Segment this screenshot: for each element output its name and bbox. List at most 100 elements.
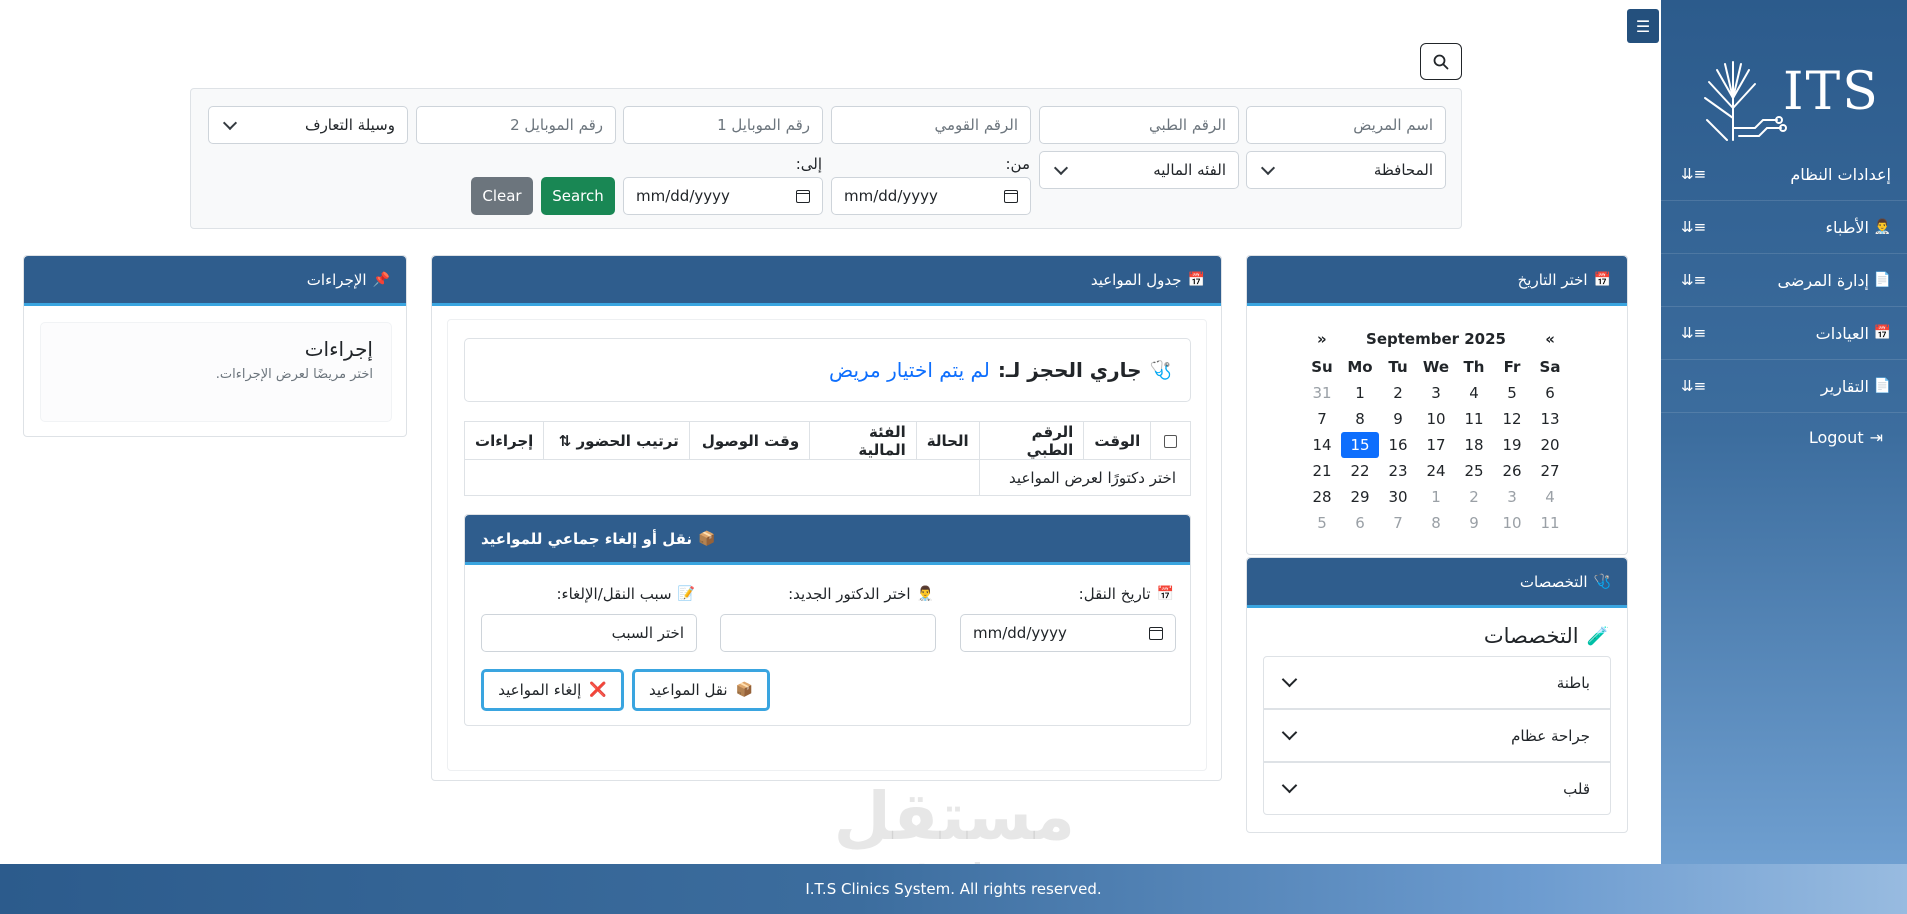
calendar-day[interactable]: 1 bbox=[1341, 380, 1379, 406]
reason-label: سبب النقل/الإلغاء: bbox=[556, 585, 672, 603]
calendar-day[interactable]: 31 bbox=[1303, 380, 1341, 406]
cancel-appointments-button[interactable]: ❌ إلغاء المواعيد bbox=[481, 669, 624, 711]
mobile1-input[interactable]: رقم الموبايل 1 bbox=[623, 106, 823, 144]
new-doctor-select[interactable] bbox=[720, 614, 936, 652]
calendar-day[interactable]: 2 bbox=[1455, 484, 1493, 510]
specialty-label: باطنة bbox=[1556, 673, 1590, 692]
calendar-day[interactable]: 11 bbox=[1455, 406, 1493, 432]
bulk-actions-title: نقل أو إلغاء جماعي للمواعيد bbox=[481, 529, 693, 548]
calendar-day[interactable]: 16 bbox=[1379, 432, 1417, 458]
column-header: الفئة المالية bbox=[809, 421, 917, 460]
weekday-label: Sa bbox=[1539, 358, 1561, 376]
calendar-day[interactable]: 2 bbox=[1379, 380, 1417, 406]
logout-link[interactable]: Logout ⇥ bbox=[1809, 428, 1883, 447]
weekday-label: Th bbox=[1463, 358, 1485, 376]
calendar-day[interactable]: 5 bbox=[1303, 510, 1341, 536]
referral-select[interactable]: وسيلة التعارف bbox=[208, 106, 408, 144]
calendar-day[interactable]: 3 bbox=[1417, 380, 1455, 406]
select-all-checkbox[interactable] bbox=[1164, 434, 1178, 448]
booking-patient-name: لم يتم اختيار مريض bbox=[828, 358, 990, 382]
specialty-label: جراحة عظام bbox=[1511, 726, 1590, 745]
prev-month-button[interactable]: « bbox=[1545, 330, 1555, 348]
sidebar-item-doctors[interactable]: ⇊≡ 👨‍⚕️ الأطباء bbox=[1661, 201, 1907, 254]
calendar-day[interactable]: 30 bbox=[1379, 484, 1417, 510]
calendar-day[interactable]: 7 bbox=[1303, 406, 1341, 432]
transfer-date-input[interactable]: mm/dd/yyyy bbox=[960, 614, 1176, 652]
from-date-input[interactable]: mm/dd/yyyy bbox=[831, 177, 1031, 215]
empty-table-cell bbox=[464, 459, 980, 496]
calendar-day[interactable]: 7 bbox=[1379, 510, 1417, 536]
specialty-item-cardiology[interactable]: قلب bbox=[1263, 762, 1611, 815]
weekday-label: We bbox=[1422, 358, 1450, 376]
calendar-day[interactable]: 19 bbox=[1493, 432, 1531, 458]
calendar-day[interactable]: 22 bbox=[1341, 458, 1379, 484]
calendar-day[interactable]: 4 bbox=[1455, 380, 1493, 406]
calendar-day[interactable]: 14 bbox=[1303, 432, 1341, 458]
medical-number-input[interactable]: الرقم الطبي bbox=[1039, 106, 1239, 144]
sidebar-item-label: العيادات bbox=[1815, 323, 1869, 343]
calendar-day[interactable]: 1 bbox=[1417, 484, 1455, 510]
calendar-day[interactable]: 25 bbox=[1455, 458, 1493, 484]
calendar-day[interactable]: 10 bbox=[1493, 510, 1531, 536]
empty-table-message: اختر دكتورًا لعرض المواعيد bbox=[978, 459, 1192, 496]
sort-attendance-header[interactable]: ترتيب الحضور ⇅ bbox=[543, 421, 690, 460]
next-month-button[interactable]: » bbox=[1317, 330, 1327, 348]
search-toggle-button[interactable] bbox=[1420, 43, 1462, 80]
sort-icon: ⇊≡ bbox=[1681, 218, 1707, 236]
to-date-placeholder: mm/dd/yyyy bbox=[636, 187, 730, 205]
national-id-input[interactable]: الرقم القومي bbox=[831, 106, 1031, 144]
to-date-input[interactable]: mm/dd/yyyy bbox=[623, 177, 823, 215]
financial-category-select[interactable]: الفئه الماليه bbox=[1039, 151, 1239, 189]
calendar-icon: 📅 bbox=[1156, 586, 1174, 602]
actions-header: الإجراءات 📌 bbox=[24, 256, 406, 306]
box-icon: 📦 bbox=[735, 682, 754, 698]
calendar-day[interactable]: 8 bbox=[1341, 406, 1379, 432]
schedule-header: جدول المواعيد 📅 bbox=[432, 256, 1221, 306]
calendar-day[interactable]: 13 bbox=[1531, 406, 1569, 432]
column-header: الوقت bbox=[1083, 421, 1152, 460]
calendar-day[interactable]: 4 bbox=[1531, 484, 1569, 510]
clear-button[interactable]: Clear bbox=[471, 177, 533, 215]
calendar-day[interactable]: 8 bbox=[1417, 510, 1455, 536]
calendar-day[interactable]: 6 bbox=[1531, 380, 1569, 406]
calendar-day[interactable]: 11 bbox=[1531, 510, 1569, 536]
calendar-day[interactable]: 26 bbox=[1493, 458, 1531, 484]
calendar-day[interactable]: 27 bbox=[1531, 458, 1569, 484]
calendar-day[interactable]: 9 bbox=[1379, 406, 1417, 432]
calendar-day[interactable]: 29 bbox=[1341, 484, 1379, 510]
sort-icon: ⇊≡ bbox=[1681, 271, 1707, 289]
specialty-item-orthopedics[interactable]: جراحة عظام bbox=[1263, 709, 1611, 762]
calendar-day[interactable]: 12 bbox=[1493, 406, 1531, 432]
calendar-day[interactable]: 28 bbox=[1303, 484, 1341, 510]
medical-number-placeholder: الرقم الطبي bbox=[1148, 116, 1226, 134]
sidebar-item-clinics[interactable]: ⇊≡ 📅 العيادات bbox=[1661, 307, 1907, 360]
patient-name-input[interactable]: اسم المريض bbox=[1246, 106, 1446, 144]
governorate-select[interactable]: المحافظة bbox=[1246, 151, 1446, 189]
calendar-day[interactable]: 5 bbox=[1493, 380, 1531, 406]
calendar-day[interactable]: 21 bbox=[1303, 458, 1341, 484]
specialty-item-internal[interactable]: باطنة bbox=[1263, 656, 1611, 709]
calendar-day[interactable]: 9 bbox=[1455, 510, 1493, 536]
search-button[interactable]: Search bbox=[541, 177, 615, 215]
sidebar-item-patients[interactable]: ⇊≡ 📄 إدارة المرضى bbox=[1661, 254, 1907, 307]
sidebar-item-system-settings[interactable]: ⇊≡ إعدادات النظام bbox=[1661, 148, 1907, 201]
new-doctor-label-row: 👨‍⚕️ اختر الدكتور الجديد: bbox=[788, 585, 934, 603]
calendar-day[interactable]: 17 bbox=[1417, 432, 1455, 458]
calendar-grid: Su Mo Tu We Th Fr Sa 31 1 2 3 4 5 6 7 8 bbox=[1303, 354, 1569, 536]
reason-select[interactable]: اختر السبب bbox=[481, 614, 697, 652]
sidebar-item-reports[interactable]: ⇊≡ 📄 التقارير bbox=[1661, 360, 1907, 413]
calendar-day[interactable]: 20 bbox=[1531, 432, 1569, 458]
bulk-actions-header: 📦 نقل أو إلغاء جماعي للمواعيد bbox=[465, 515, 1190, 565]
sidebar-toggle-button[interactable]: ☰ bbox=[1627, 9, 1659, 43]
calendar-day[interactable]: 24 bbox=[1417, 458, 1455, 484]
calendar-day[interactable]: 6 bbox=[1341, 510, 1379, 536]
mobile2-input[interactable]: رقم الموبايل 2 bbox=[416, 106, 616, 144]
transfer-appointments-button[interactable]: 📦 نقل المواعيد bbox=[632, 669, 770, 711]
its-logo: ITS bbox=[1697, 58, 1879, 142]
calendar-day[interactable]: 18 bbox=[1455, 432, 1493, 458]
calendar-day[interactable]: 23 bbox=[1379, 458, 1417, 484]
calendar-day-selected[interactable]: 15 bbox=[1341, 432, 1379, 458]
calendar-day[interactable]: 3 bbox=[1493, 484, 1531, 510]
sidebar-item-label: التقارير bbox=[1820, 376, 1869, 396]
calendar-day[interactable]: 10 bbox=[1417, 406, 1455, 432]
